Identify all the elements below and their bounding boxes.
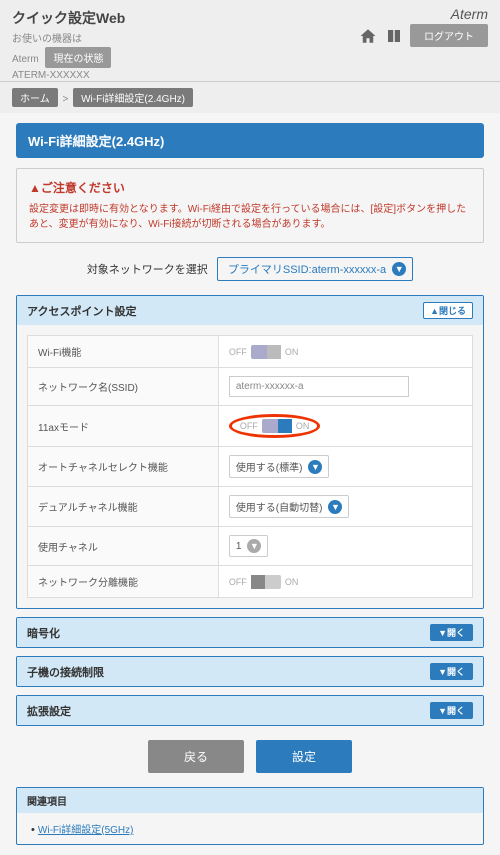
encryption-panel: 暗号化▼開く: [16, 617, 484, 648]
11ax-toggle[interactable]: OFFON: [240, 419, 310, 433]
table-row: ネットワーク分離機能 OFFON: [28, 566, 473, 598]
expand-button[interactable]: ▼開く: [430, 663, 473, 680]
client-restriction-panel: 子機の接続制限▼開く: [16, 656, 484, 687]
brand-logo: Aterm: [451, 6, 488, 22]
access-point-panel: アクセスポイント設定 ▲閉じる Wi-Fi機能 OFFON ネットワーク名(SS…: [16, 295, 484, 609]
separation-toggle[interactable]: OFFON: [229, 575, 299, 589]
advanced-panel: 拡張設定▼開く: [16, 695, 484, 726]
table-row: Wi-Fi機能 OFFON: [28, 336, 473, 368]
collapse-button[interactable]: ▲閉じる: [423, 302, 473, 319]
table-row: 11axモード OFFON: [28, 406, 473, 447]
related-panel: 関連項目 • Wi-Fi詳細設定(5GHz): [16, 787, 484, 845]
device-series: Aterm: [12, 54, 39, 65]
ssid-input[interactable]: [229, 376, 409, 397]
related-title: 関連項目: [17, 788, 483, 813]
header: Aterm クイック設定Web お使いの機器は Aterm 現在の状態 ATER…: [0, 0, 500, 82]
table-row: ネットワーク名(SSID): [28, 368, 473, 406]
expand-button[interactable]: ▼開く: [430, 702, 473, 719]
chevron-down-icon: ▼: [328, 500, 342, 514]
table-row: オートチャネルセレクト機能 使用する(標準)▼: [28, 447, 473, 487]
page-title: Wi-Fi詳細設定(2.4GHz): [16, 123, 484, 158]
manual-icon[interactable]: [384, 27, 404, 45]
breadcrumb-home[interactable]: ホーム: [12, 88, 58, 107]
chevron-down-icon: ▼: [392, 262, 406, 276]
breadcrumb-current: Wi-Fi詳細設定(2.4GHz): [73, 88, 193, 107]
device-model: ATERM-XXXXXX: [12, 70, 488, 81]
network-select-row: 対象ネットワークを選択 プライマリSSID:aterm-xxxxxx-a ▼: [16, 257, 484, 281]
notice-box: ▲ご注意ください 設定変更は即時に有効となります。Wi-Fi経由で設定を行ってい…: [16, 168, 484, 243]
logout-button[interactable]: ログアウト: [410, 24, 488, 47]
network-select[interactable]: プライマリSSID:aterm-xxxxxx-a ▼: [217, 257, 413, 281]
chevron-down-icon: ▼: [247, 539, 261, 553]
channel-select: 1▼: [229, 535, 269, 557]
table-row: 使用チャネル 1▼: [28, 527, 473, 566]
wifi-toggle[interactable]: OFFON: [229, 345, 299, 359]
save-button[interactable]: 設定: [256, 740, 352, 773]
ap-panel-title: アクセスポイント設定: [27, 303, 136, 319]
breadcrumb: ホーム > Wi-Fi詳細設定(2.4GHz): [0, 82, 500, 113]
dual-channel-select[interactable]: 使用する(自動切替)▼: [229, 495, 350, 518]
network-select-label: 対象ネットワークを選択: [87, 264, 208, 276]
auto-channel-select[interactable]: 使用する(標準)▼: [229, 455, 330, 478]
notice-title: ▲ご注意ください: [29, 179, 471, 196]
related-link[interactable]: Wi-Fi詳細設定(5GHz): [38, 825, 134, 836]
expand-button[interactable]: ▼開く: [430, 624, 473, 641]
notice-body: 設定変更は即時に有効となります。Wi-Fi経由で設定を行っている場合には、[設定…: [29, 202, 471, 232]
table-row: デュアルチャネル機能 使用する(自動切替)▼: [28, 487, 473, 527]
chevron-down-icon: ▼: [308, 460, 322, 474]
home-icon[interactable]: [358, 27, 378, 45]
status-button[interactable]: 現在の状態: [45, 47, 111, 68]
back-button[interactable]: 戻る: [148, 740, 244, 773]
ap-settings-table: Wi-Fi機能 OFFON ネットワーク名(SSID) 11axモード: [27, 335, 473, 598]
